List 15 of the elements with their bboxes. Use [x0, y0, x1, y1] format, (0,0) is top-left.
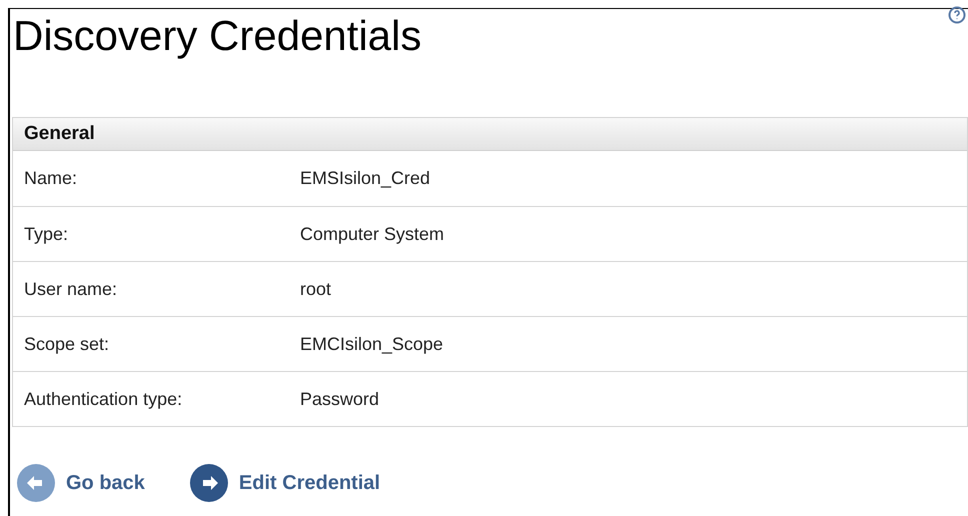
field-label: Authentication type: — [23, 388, 184, 411]
help-icon[interactable] — [948, 6, 966, 24]
field-value: root — [300, 278, 332, 300]
field-label: User name: — [23, 278, 118, 300]
field-label: Scope set: — [23, 332, 110, 356]
field-value: Computer System — [300, 222, 444, 246]
field-value: Password — [300, 388, 380, 410]
go-back-button[interactable]: Go back — [16, 463, 145, 503]
field-label: Name: — [23, 167, 78, 190]
field-label: Type: — [23, 222, 70, 246]
edit-button[interactable]: Edit Credential — [188, 463, 380, 503]
page-title: Discovery Credentials — [12, 11, 422, 57]
field-value: EMCIsilon_Scope — [300, 332, 444, 356]
field-value: EMSIsilon_Cred — [300, 167, 430, 190]
section-header: General — [13, 118, 967, 151]
